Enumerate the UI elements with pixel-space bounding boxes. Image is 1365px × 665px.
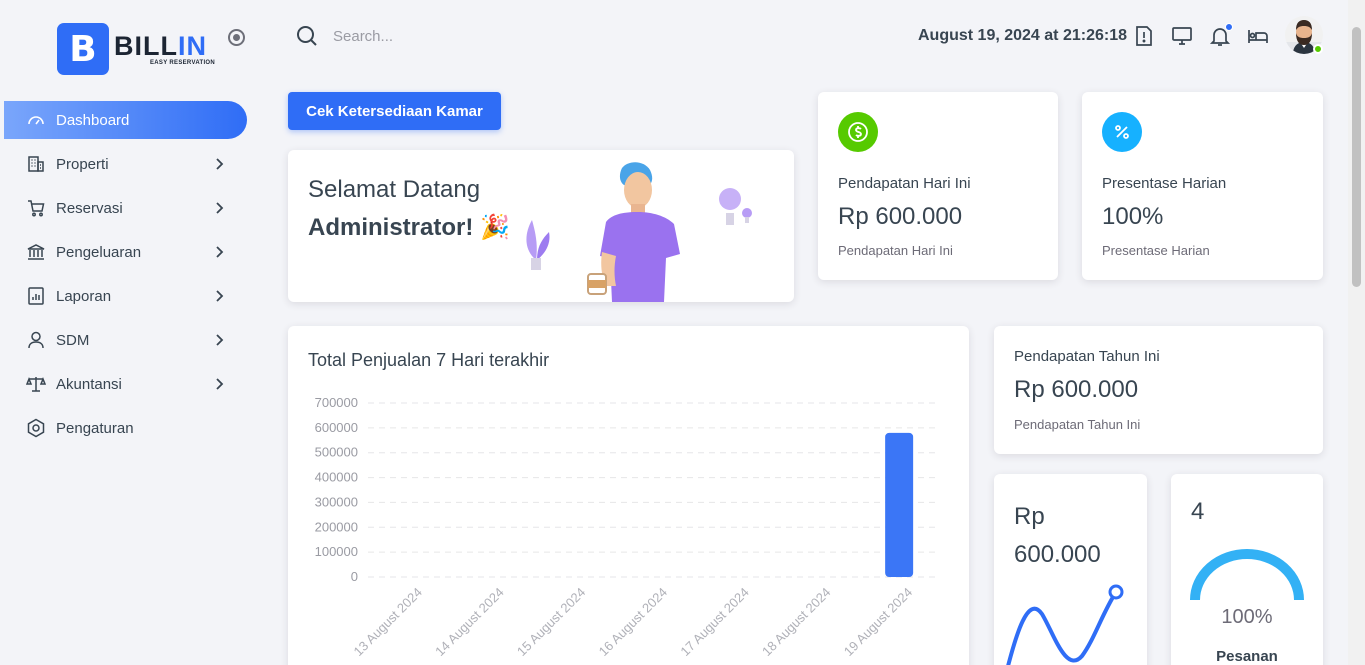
sidebar-item-label: Pengeluaran [56,243,142,261]
brand-logo[interactable]: B BILLIN EASY RESERVATION [57,23,215,75]
orders-gauge [1190,549,1304,601]
sidebar-item-label: SDM [56,331,90,349]
stat-title: Presentase Harian [1102,175,1227,192]
online-status-dot [1313,44,1323,54]
settings-hex-icon [26,418,46,438]
stat-value: Rp 600.000 [1014,376,1139,403]
chevron-right-icon [216,158,224,170]
notification-badge [1225,23,1233,31]
welcome-greeting: Selamat Datang [308,176,481,203]
report-alert-icon[interactable] [1133,25,1155,47]
welcome-card: Selamat Datang Administrator! 🎉 [288,150,794,302]
sidebar-item-label: Laporan [56,287,112,305]
sales-chart-card: Total Penjualan 7 Hari terakhir 700000 60… [288,326,969,665]
report-icon [26,286,46,306]
stat-value: Rp 600.000 [838,203,963,230]
chart-bar [885,432,914,577]
chevron-right-icon [216,246,224,258]
welcome-username: Administrator! 🎉 [308,214,510,241]
header-datetime: August 19, 2024 at 21:26:18 [918,27,1127,44]
y-tick-label: 600000 [315,420,358,435]
cart-icon [26,198,46,218]
dashboard-gauge-icon [26,110,46,130]
y-tick-label: 500000 [315,445,358,460]
sidebar-item-laporan[interactable]: Laporan [4,277,247,315]
bank-icon [26,242,46,262]
sidebar-item-properti[interactable]: Properti [4,145,247,183]
stat-title: Pendapatan Hari Ini [838,175,971,192]
brand-tagline: EASY RESERVATION [150,60,216,66]
search-icon[interactable] [295,24,319,48]
plant-illustration [526,220,550,270]
sidebar: B BILLIN EASY RESERVATION Dashboard Prop… [0,0,262,665]
sidebar-item-label: Pengaturan [56,419,134,437]
sidebar-item-label: Dashboard [56,111,130,129]
bed-icon[interactable] [1247,25,1269,47]
scrollbar-thumb[interactable] [1352,27,1361,287]
user-icon [26,330,46,350]
person-illustration [587,162,680,302]
stat-value: 100% [1102,203,1164,230]
building-icon [26,154,46,174]
sidebar-item-sdm[interactable]: SDM [4,321,247,359]
x-tick-label: 19 August 2024 [841,585,916,660]
orders-percent: 100% [1221,606,1273,628]
scale-icon [26,374,46,394]
x-tick-label: 16 August 2024 [596,585,671,660]
x-tick-label: 14 August 2024 [432,585,507,660]
chevron-right-icon [216,334,224,346]
chevron-right-icon [216,202,224,214]
y-tick-label: 400000 [315,470,358,485]
chevron-right-icon [216,378,224,390]
revenue-value: Rp 600.000 [1014,503,1101,568]
brand-mark: B [57,23,109,75]
revenue-sparkline [1006,584,1124,665]
percent-circle-icon [1102,112,1142,152]
stat-subtitle: Pendapatan Hari Ini [838,243,953,258]
dollar-circle-icon [838,112,878,152]
stat-card-daily-percentage: Presentase Harian 100% Presentase Harian [1082,92,1323,280]
y-tick-label: 300000 [315,494,358,509]
sidebar-item-reservasi[interactable]: Reservasi [4,189,247,227]
sidebar-menu: Dashboard Properti Reservasi Pengeluaran [4,101,247,453]
sales-bar-chart: 700000 600000 500000 400000 300000 200000 1000… [315,395,940,660]
stat-title: Pendapatan Tahun Ini [1014,348,1160,365]
brand-name: BILLIN [114,31,207,61]
y-tick-label: 700000 [315,395,358,410]
balloon-illustration [719,188,752,225]
y-tick-label: 100000 [315,544,358,559]
sidebar-item-label: Akuntansi [56,375,122,393]
orders-count: 4 [1191,498,1205,525]
monitor-icon[interactable] [1171,25,1193,47]
revenue-sparkline-card: Rp 600.000 [994,474,1147,665]
check-availability-button[interactable]: Cek Ketersediaan Kamar [288,92,501,130]
y-tick-label: 0 [351,569,358,584]
sidebar-item-pengeluaran[interactable]: Pengeluaran [4,233,247,271]
x-tick-label: 17 August 2024 [677,585,752,660]
chevron-right-icon [216,290,224,302]
sidebar-item-dashboard[interactable]: Dashboard [4,101,247,139]
stat-subtitle: Presentase Harian [1102,243,1210,258]
x-tick-label: 15 August 2024 [514,585,589,660]
x-tick-label: 13 August 2024 [350,585,425,660]
sidebar-item-pengaturan[interactable]: Pengaturan [4,409,247,447]
sidebar-item-akuntansi[interactable]: Akuntansi [4,365,247,403]
stat-subtitle: Pendapatan Tahun Ini [1014,417,1141,432]
sidebar-item-label: Properti [56,155,109,173]
orders-card: 4 100% Pesanan [1171,474,1323,665]
chart-title: Total Penjualan 7 Hari terakhir [308,350,550,370]
x-tick-label: 18 August 2024 [759,585,834,660]
stat-card-today: Pendapatan Hari Ini Rp 600.000 Pendapata… [818,92,1058,280]
stat-card-year: Pendapatan Tahun Ini Rp 600.000 Pendapat… [994,326,1323,454]
search-input[interactable] [333,24,583,48]
orders-label: Pesanan [1216,648,1278,665]
sidebar-collapse-toggle[interactable] [228,29,245,46]
sidebar-item-label: Reservasi [56,199,123,217]
y-tick-label: 200000 [315,519,358,534]
page-scrollbar[interactable] [1348,0,1365,665]
